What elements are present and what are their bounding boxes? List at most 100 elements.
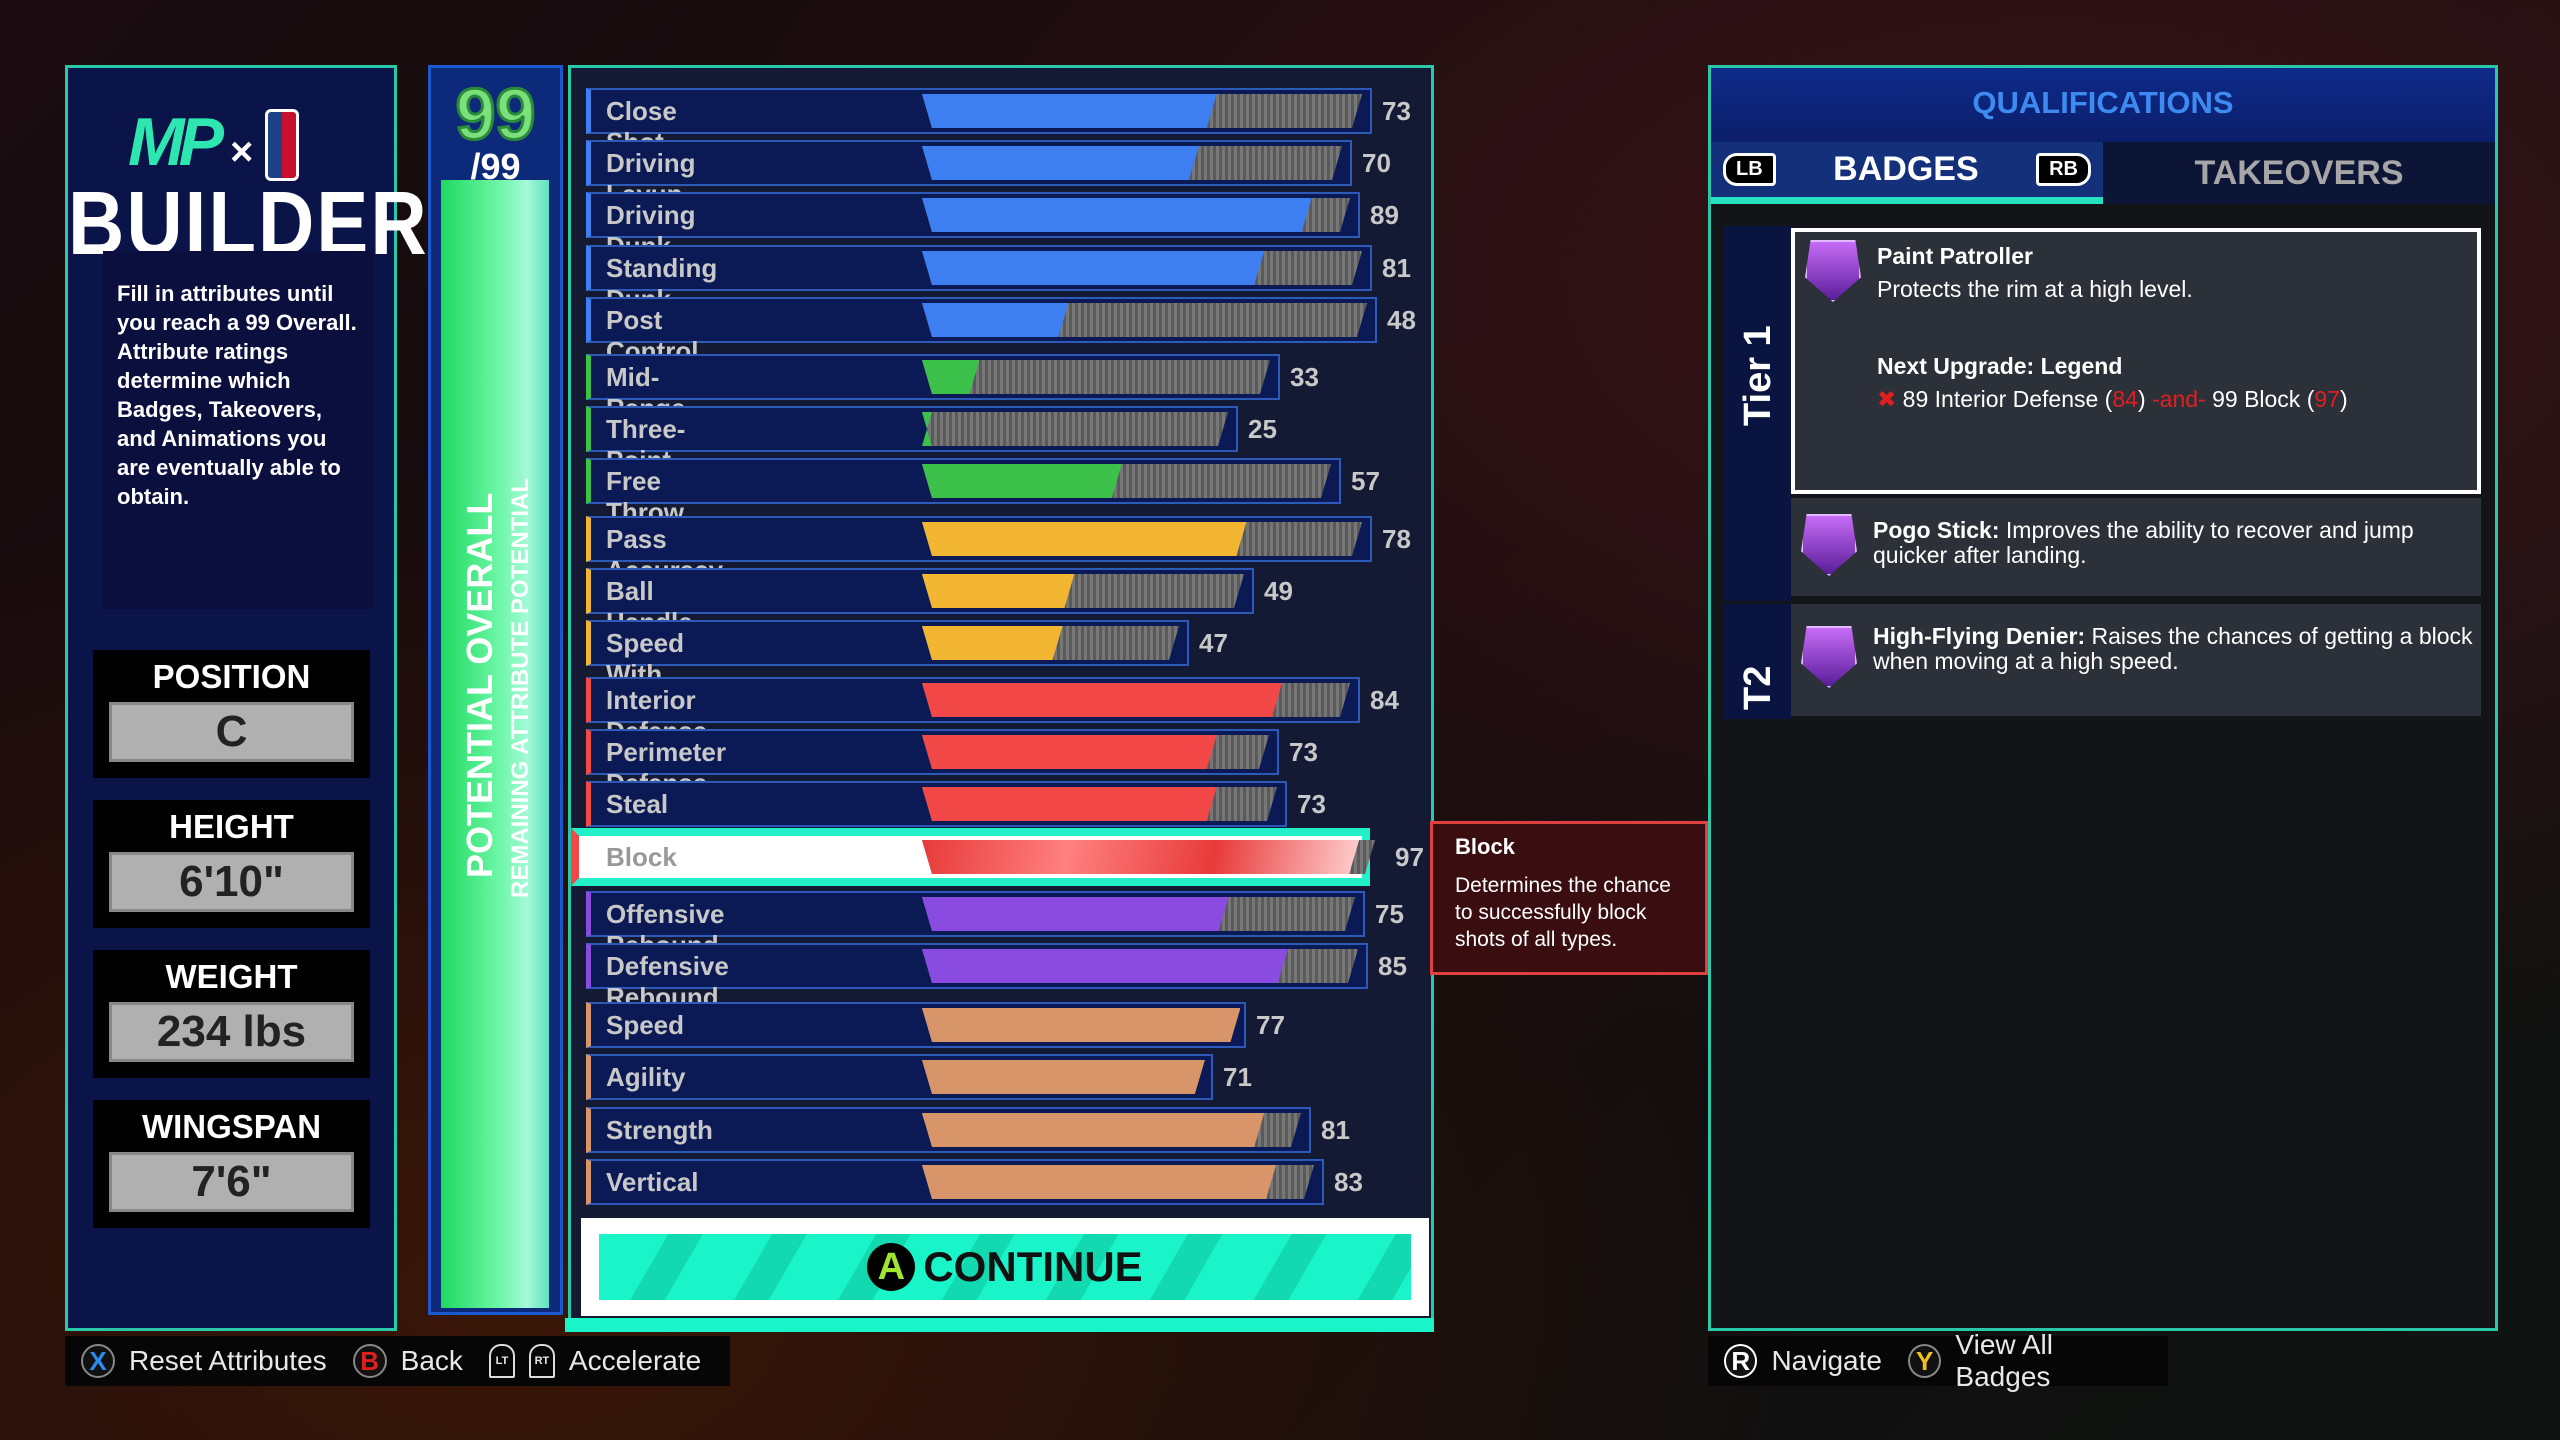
attribute-value: 89 bbox=[1370, 200, 1399, 230]
attribute-fill bbox=[922, 1113, 1264, 1147]
wingspan-stat: WINGSPAN 7'6" bbox=[93, 1100, 370, 1228]
badge-name: High-Flying Denier: bbox=[1873, 623, 2086, 649]
attribute-value: 48 bbox=[1387, 305, 1416, 335]
attribute-fill bbox=[922, 949, 1288, 983]
attribute-cap bbox=[922, 412, 1228, 446]
view-all-badges-hint[interactable]: View All Badges bbox=[1955, 1329, 2152, 1393]
r-stick-icon[interactable]: R bbox=[1724, 1344, 1758, 1378]
attribute-value: 73 bbox=[1297, 789, 1326, 819]
attribute-name: Speed bbox=[606, 1010, 685, 1040]
next-upgrade: Next Upgrade: Legend bbox=[1877, 353, 2123, 379]
badge-high-flying-denier[interactable]: High-Flying Denier: Raises the chances o… bbox=[1791, 604, 2481, 716]
attribute-fill bbox=[922, 1060, 1205, 1094]
potential-overall-label: POTENTIAL OVERALL bbox=[459, 492, 500, 878]
remaining-potential-label: REMAINING ATTRIBUTE POTENTIAL bbox=[507, 478, 534, 898]
attribute-value: 57 bbox=[1351, 466, 1380, 496]
attribute-value: 81 bbox=[1321, 1115, 1350, 1145]
lb-bumper-icon[interactable]: LB bbox=[1723, 153, 1776, 186]
attribute-name: Strength bbox=[606, 1115, 713, 1145]
tooltip-text: Determines the chance to successfully bl… bbox=[1455, 874, 1671, 951]
attribute-fill bbox=[922, 1008, 1240, 1042]
height-stat: HEIGHT 6'10" bbox=[93, 800, 370, 928]
attribute-fill bbox=[922, 626, 1063, 660]
attribute-fill bbox=[922, 897, 1229, 931]
stat-label: WEIGHT bbox=[165, 958, 298, 995]
attribute-value: 73 bbox=[1289, 737, 1318, 767]
attribute-fill bbox=[922, 251, 1264, 285]
attribute-fill bbox=[922, 360, 979, 394]
b-button-icon[interactable]: B bbox=[352, 1344, 387, 1378]
stat-value: 234 lbs bbox=[109, 1002, 354, 1062]
upgrade-requirements: ✖ 89 Interior Defense (84) -and- 99 Bloc… bbox=[1877, 386, 2348, 412]
attribute-value: 81 bbox=[1382, 253, 1411, 283]
footer-left-controls: X Reset Attributes B Back LT RT Accelerate bbox=[65, 1336, 730, 1386]
tooltip-title: Block bbox=[1455, 834, 1515, 859]
potential-overall-value: 99 bbox=[454, 74, 537, 157]
badge-name: Pogo Stick: bbox=[1873, 517, 2000, 543]
attribute-tooltip: Block Determines the chance to successfu… bbox=[1430, 821, 1708, 975]
attribute-value: 71 bbox=[1223, 1062, 1252, 1092]
attribute-value: 97 bbox=[1395, 842, 1424, 872]
attribute-value: 70 bbox=[1362, 148, 1391, 178]
attribute-fill bbox=[922, 94, 1217, 128]
qualifications-panel: QUALIFICATIONS LB BADGES RB TAKEOVERS Tier… bbox=[1708, 65, 2498, 1331]
builder-description: Fill in attributes until you reach a 99 … bbox=[103, 251, 373, 609]
footer-right-controls: R Navigate Y View All Badges bbox=[1708, 1329, 2168, 1392]
tier-1-text: Tier 1 bbox=[1737, 325, 1779, 426]
stat-value: C bbox=[109, 702, 354, 762]
back-hint[interactable]: Back bbox=[401, 1345, 463, 1377]
qualifications-title: QUALIFICATIONS bbox=[1711, 68, 2495, 142]
rb-bumper-icon[interactable]: RB bbox=[2036, 153, 2091, 186]
tier-1-label: Tier 1 bbox=[1723, 226, 1791, 601]
stat-label: HEIGHT bbox=[169, 808, 294, 845]
tab-label: BADGES bbox=[1833, 150, 1979, 188]
attribute-fill bbox=[922, 198, 1312, 232]
unmet-x-icon: ✖ bbox=[1877, 386, 1897, 412]
continue-label: CONTINUE bbox=[923, 1243, 1143, 1290]
a-button-icon: A bbox=[867, 1243, 916, 1291]
badge-desc: Protects the rim at a high level. bbox=[1877, 276, 2193, 302]
position-stat: POSITION C bbox=[93, 650, 370, 778]
rt-trigger-icon[interactable]: RT bbox=[528, 1344, 555, 1378]
badge-paint-patroller[interactable]: Paint Patroller Protects the rim at a hi… bbox=[1791, 228, 2481, 494]
lt-trigger-icon[interactable]: LT bbox=[488, 1344, 515, 1378]
y-button-icon[interactable]: Y bbox=[1907, 1344, 1942, 1378]
weight-stat: WEIGHT 234 lbs bbox=[93, 950, 370, 1078]
stat-label: POSITION bbox=[152, 658, 311, 695]
attribute-name: Steal bbox=[606, 789, 669, 819]
tab-badges[interactable]: LB BADGES RB bbox=[1711, 142, 2103, 204]
mp-nba-logo: MP × bbox=[128, 103, 348, 181]
stat-value: 6'10" bbox=[109, 852, 354, 912]
navigate-hint[interactable]: Navigate bbox=[1771, 1345, 1882, 1377]
tab-takeovers[interactable]: TAKEOVERS bbox=[2103, 142, 2495, 204]
x-button-icon[interactable]: X bbox=[81, 1344, 115, 1378]
attributes-panel: Close Shot 73 Driving Layup 70 Driving D… bbox=[568, 65, 1434, 1331]
stat-value: 7'6" bbox=[109, 1152, 354, 1212]
badge-name: Paint Patroller bbox=[1877, 243, 2033, 269]
badge-shield-icon bbox=[1805, 240, 1861, 302]
continue-button[interactable]: A CONTINUE bbox=[581, 1218, 1429, 1316]
accelerate-hint[interactable]: Accelerate bbox=[569, 1345, 701, 1377]
attribute-fill bbox=[922, 464, 1122, 498]
attribute-value: 83 bbox=[1334, 1167, 1363, 1197]
badge-pogo-stick[interactable]: Pogo Stick: Improves the ability to reco… bbox=[1791, 498, 2481, 596]
badge-shield-icon bbox=[1801, 514, 1857, 576]
attribute-fill bbox=[922, 146, 1199, 180]
tab-bar: LB BADGES RB TAKEOVERS bbox=[1711, 142, 2495, 204]
attribute-value: 47 bbox=[1199, 628, 1228, 658]
attribute-name: Block bbox=[606, 842, 677, 872]
panel-accent-bar bbox=[565, 1318, 1434, 1332]
attribute-fill bbox=[922, 840, 1359, 874]
reset-attributes-hint[interactable]: Reset Attributes bbox=[129, 1345, 327, 1377]
attribute-fill bbox=[922, 522, 1246, 556]
attribute-value: 78 bbox=[1382, 524, 1411, 554]
attribute-value: 85 bbox=[1378, 951, 1407, 981]
attribute-fill bbox=[922, 683, 1282, 717]
attribute-value: 77 bbox=[1256, 1010, 1285, 1040]
attribute-value: 25 bbox=[1248, 414, 1277, 444]
builder-info-panel: MP × BUILDER Fill in attributes until you… bbox=[65, 65, 427, 1331]
attribute-name: Vertical bbox=[606, 1167, 699, 1197]
attribute-value: 84 bbox=[1370, 685, 1399, 715]
attribute-value: 75 bbox=[1375, 899, 1404, 929]
potential-column: 99 /99 POTENTIAL OVERALL REMAINING ATTRI… bbox=[428, 65, 563, 1315]
